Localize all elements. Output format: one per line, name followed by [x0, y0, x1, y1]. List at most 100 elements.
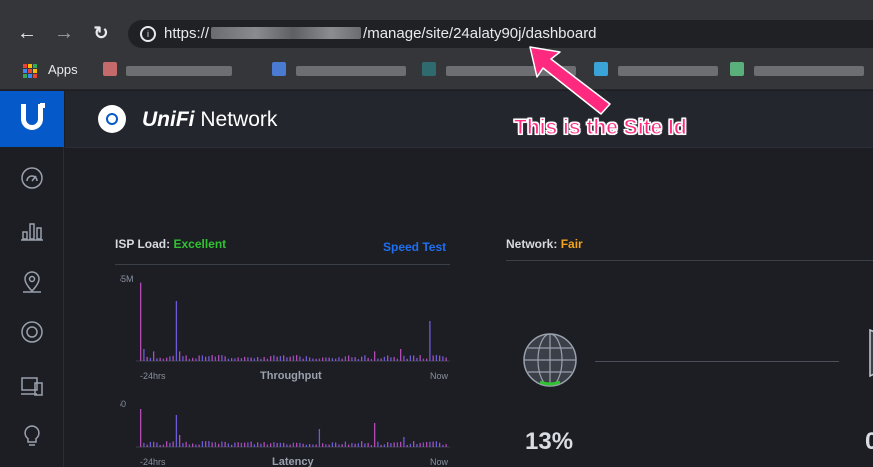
activity-bar — [338, 444, 340, 447]
activity-bar — [273, 442, 275, 447]
activity-bar — [257, 357, 259, 361]
activity-bar — [162, 358, 165, 361]
activity-bar — [221, 441, 223, 447]
network-percent-right: 0 — [865, 428, 873, 455]
activity-bar — [325, 357, 327, 361]
bookmark-item[interactable] — [296, 66, 406, 76]
activity-bar — [279, 442, 282, 447]
activity-bar — [140, 409, 142, 447]
activity-bar — [175, 415, 178, 447]
activity-bar — [143, 349, 145, 361]
activity-bar — [419, 442, 421, 447]
isp-load-label: ISP Load: Excellent — [115, 237, 226, 251]
bookmark-icon[interactable] — [103, 62, 117, 76]
apps-grid-icon[interactable] — [23, 64, 37, 78]
bookmark-item[interactable] — [126, 66, 232, 76]
site-info-icon[interactable]: i — [140, 26, 156, 42]
activity-bar — [445, 444, 447, 447]
activity-bar — [214, 356, 217, 361]
activity-bar — [435, 355, 438, 361]
activity-bar — [396, 442, 399, 447]
activity-bar — [328, 444, 330, 447]
activity-bar — [351, 357, 353, 361]
activity-bar — [419, 355, 421, 361]
activity-bar — [315, 358, 317, 361]
map-icon[interactable] — [20, 270, 44, 294]
activity-bar — [244, 442, 246, 447]
url-text[interactable]: https:// /manage/site/24alaty90j/dashboar… — [164, 25, 597, 42]
bookmark-icon[interactable] — [422, 62, 436, 76]
activity-bar — [292, 355, 295, 361]
activity-bar — [387, 355, 389, 361]
isp-load-text: ISP Load: — [115, 237, 171, 251]
activity-bar — [331, 442, 334, 447]
activity-bar — [250, 357, 252, 361]
dashboard-main: ISP Load: Excellent Speed Test 55M 0 -24… — [65, 148, 873, 467]
activity-bar — [270, 443, 272, 447]
activity-bar — [442, 356, 444, 361]
activity-bar — [322, 443, 324, 447]
activity-bar — [192, 443, 194, 447]
latency-bars — [140, 409, 447, 447]
app-title[interactable]: UniFi Network — [142, 108, 277, 132]
isp-divider — [115, 264, 450, 265]
activity-bar — [221, 355, 223, 361]
activity-bar — [445, 357, 447, 361]
activity-bar — [370, 358, 373, 361]
bookmarks-bar: Apps — [0, 58, 873, 84]
back-icon[interactable]: ← — [14, 20, 40, 46]
activity-bar — [435, 441, 438, 447]
screenshot: ← → ↻ i https:// /manage/site/24alaty90j/… — [0, 0, 873, 467]
activity-bar — [383, 444, 386, 447]
bookmark-icon[interactable] — [272, 62, 286, 76]
clients-icon[interactable] — [20, 374, 44, 398]
activity-bar — [439, 442, 441, 447]
activity-bar — [172, 441, 174, 447]
ubiquiti-logo[interactable] — [0, 91, 64, 147]
activity-bar — [315, 444, 317, 447]
activity-bar — [302, 358, 304, 361]
forward-icon[interactable]: → — [51, 20, 77, 46]
reload-icon[interactable]: ↻ — [88, 20, 114, 46]
activity-bar — [396, 358, 399, 361]
url-path: /manage/site/24alaty90j/dashboard — [363, 25, 597, 42]
bookmark-icon[interactable] — [730, 62, 744, 76]
bookmark-item[interactable] — [618, 66, 718, 76]
dashboard-icon[interactable] — [20, 166, 44, 190]
activity-bar — [195, 358, 197, 361]
activity-bar — [253, 444, 256, 447]
activity-bar — [312, 358, 314, 361]
brand-prefix: UniFi — [142, 108, 195, 131]
activity-bar — [185, 355, 187, 361]
activity-bar — [214, 442, 217, 447]
activity-bar — [403, 355, 405, 361]
activity-bar — [335, 442, 337, 447]
activity-bar — [162, 444, 165, 447]
activity-bar — [153, 441, 155, 447]
speed-test-link[interactable]: Speed Test — [383, 240, 446, 254]
activity-bar — [361, 356, 363, 361]
activity-bar — [351, 443, 353, 447]
activity-bar — [149, 357, 152, 361]
activity-bar — [231, 358, 233, 361]
activity-bar — [296, 355, 298, 361]
unifi-logo-icon[interactable] — [98, 105, 126, 133]
statistics-icon[interactable] — [20, 218, 44, 242]
activity-bar — [218, 355, 220, 361]
activity-bar — [374, 351, 376, 361]
address-bar[interactable]: i https:// /manage/site/24alaty90j/dashbo… — [128, 20, 873, 48]
isp-charts: 55M 0 -24hrs Throughput Now 50 0 -24hrs … — [120, 274, 450, 467]
apps-bookmark[interactable]: Apps — [48, 62, 78, 77]
activity-bar — [172, 355, 174, 361]
activity-bar — [276, 443, 278, 447]
activity-bar — [247, 442, 249, 447]
activity-bar — [354, 443, 356, 447]
activity-bar — [406, 358, 408, 361]
activity-bar — [331, 358, 334, 361]
activity-bar — [357, 358, 360, 361]
devices-icon[interactable] — [20, 320, 44, 344]
insights-icon[interactable] — [20, 424, 44, 448]
bookmark-item[interactable] — [754, 66, 864, 76]
activity-bar — [182, 356, 184, 361]
activity-bar — [377, 358, 379, 361]
